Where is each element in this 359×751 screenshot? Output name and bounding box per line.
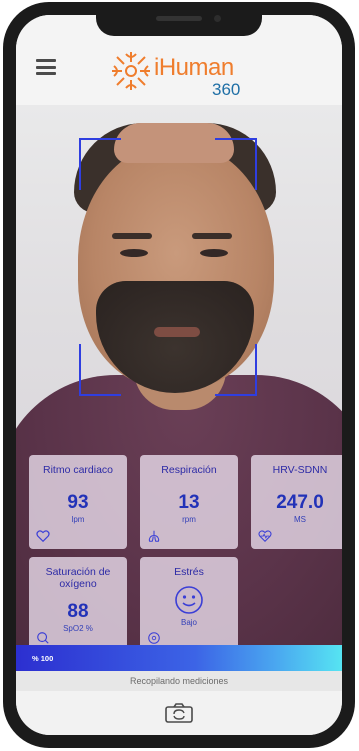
ihuman360-logo: iHuman 360 bbox=[108, 42, 258, 100]
phone-frame: iHuman 360 Ritmo cardiaco 93 lpm Respira… bbox=[3, 2, 355, 748]
phone-notch bbox=[96, 8, 262, 36]
status-bar: Recopilando mediciones bbox=[16, 671, 342, 691]
metric-unit: rpm bbox=[182, 515, 196, 524]
face-detection-frame bbox=[79, 138, 257, 396]
bottom-toolbar bbox=[16, 691, 342, 735]
camera-preview: Ritmo cardiaco 93 lpm Respiración 13 rpm… bbox=[16, 105, 342, 645]
metric-card-hrv: HRV-SDNN 247.0 MS bbox=[251, 455, 342, 549]
metric-card-respiration: Respiración 13 rpm bbox=[140, 455, 238, 549]
metric-title: Estrés bbox=[174, 566, 204, 578]
lotus-logo-icon bbox=[112, 52, 150, 90]
metric-title: Respiración bbox=[161, 464, 217, 476]
metric-title: HRV-SDNN bbox=[272, 464, 328, 476]
heart-pulse-icon bbox=[258, 530, 272, 542]
metric-title: Saturación de oxígeno bbox=[45, 566, 111, 590]
switch-camera-icon[interactable] bbox=[164, 702, 194, 724]
app-screen: iHuman 360 Ritmo cardiaco 93 lpm Respira… bbox=[16, 15, 342, 735]
metric-unit: MS bbox=[294, 515, 306, 524]
lungs-icon bbox=[148, 530, 160, 542]
metric-card-oxygen-saturation: Saturación de oxígeno 88 SpO2 % bbox=[29, 557, 127, 645]
stress-icon bbox=[148, 632, 160, 644]
smiley-face-icon bbox=[175, 586, 203, 614]
metric-unit: Bajo bbox=[180, 618, 197, 627]
logo-360-text: 360 bbox=[212, 80, 241, 99]
metric-value: 88 bbox=[67, 601, 89, 622]
metric-unit: lpm bbox=[71, 515, 85, 524]
progress-label: % 100 bbox=[32, 654, 54, 663]
metric-card-heart-rate: Ritmo cardiaco 93 lpm bbox=[29, 455, 127, 549]
heart-icon bbox=[36, 530, 50, 543]
metric-title: Ritmo cardiaco bbox=[42, 464, 114, 476]
metric-value: 13 bbox=[178, 492, 200, 513]
status-text: Recopilando mediciones bbox=[129, 676, 229, 686]
metric-value: 93 bbox=[67, 492, 89, 513]
oxygen-icon bbox=[37, 632, 49, 644]
hamburger-menu-icon[interactable] bbox=[36, 59, 56, 75]
logo-brand-text: iHuman bbox=[154, 54, 234, 81]
metric-value: 247.0 bbox=[276, 492, 324, 513]
metric-card-stress: Estrés Bajo bbox=[140, 557, 238, 645]
measurement-progress-bar: % 100 bbox=[16, 645, 342, 671]
